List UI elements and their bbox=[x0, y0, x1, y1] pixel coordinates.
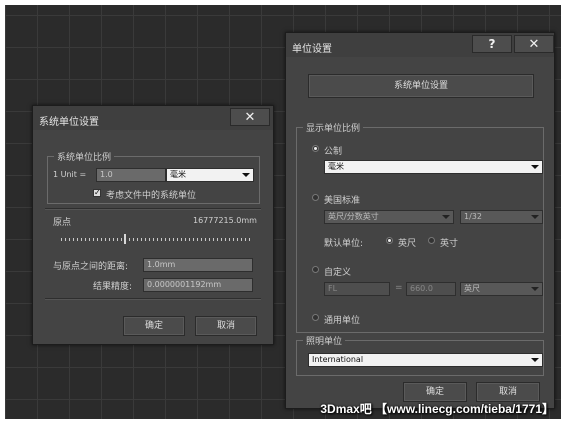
metric-label: 公制 bbox=[324, 147, 343, 157]
system-unit-titlebar: 系统单位设置 ✕ bbox=[33, 106, 273, 130]
viewport-grid: 单位设置 ? ✕ 系统单位设置 显示单位比例 公制 毫米 美国标准 英尺/分数英… bbox=[5, 5, 561, 419]
origin-value: 16777215.0mm bbox=[193, 216, 257, 225]
precision-field[interactable]: 0.0000001192mm bbox=[143, 278, 253, 292]
origin-slider[interactable] bbox=[61, 238, 251, 241]
us-standard-select[interactable]: 英尺/分数英寸 bbox=[324, 210, 454, 224]
units-setup-dialog: 单位设置 ? ✕ 系统单位设置 显示单位比例 公制 毫米 美国标准 英尺/分数英… bbox=[285, 32, 555, 409]
origin-divider-top bbox=[45, 208, 261, 210]
chevron-down-icon bbox=[531, 215, 539, 219]
unit-value-field[interactable]: 1.0 bbox=[96, 168, 166, 182]
metric-radio[interactable] bbox=[312, 145, 319, 152]
origin-slider-thumb[interactable] bbox=[123, 234, 126, 244]
inches-radio[interactable] bbox=[428, 237, 435, 244]
custom-label: 自定义 bbox=[324, 268, 352, 278]
origin-label: 原点 bbox=[53, 218, 72, 228]
custom-radio[interactable] bbox=[312, 266, 319, 273]
system-unit-setup-dialog: 系统单位设置 ✕ 系统单位比例 1 Unit = 1.0 毫米 ✓ 考虑文件中的… bbox=[32, 105, 274, 345]
distance-label: 与原点之间的距离: bbox=[53, 262, 129, 272]
us-standard-label: 美国标准 bbox=[324, 196, 361, 206]
system-unit-scale-label: 系统单位比例 bbox=[54, 150, 115, 163]
respect-units-checkbox[interactable]: ✓ bbox=[93, 189, 101, 197]
chevron-down-icon bbox=[242, 173, 250, 177]
units-setup-titlebar: 单位设置 ? ✕ bbox=[286, 33, 554, 57]
system-unit-ok-button[interactable]: 确定 bbox=[123, 316, 185, 336]
custom-equals: = bbox=[395, 283, 403, 293]
system-unit-setup-button[interactable]: 系统单位设置 bbox=[308, 74, 534, 98]
custom-value-field[interactable]: 660.0 bbox=[406, 282, 456, 296]
unit-equals-label: 1 Unit = bbox=[53, 170, 87, 179]
us-fraction-select[interactable]: 1/32 bbox=[460, 210, 543, 224]
units-cancel-button[interactable]: 取消 bbox=[476, 382, 540, 402]
origin-divider-bottom bbox=[45, 298, 261, 300]
close-button[interactable]: ✕ bbox=[514, 35, 554, 53]
close-icon: ✕ bbox=[528, 37, 540, 52]
generic-units-label: 通用单位 bbox=[324, 316, 361, 326]
help-icon: ? bbox=[488, 37, 496, 51]
metric-select[interactable]: 毫米 bbox=[324, 160, 543, 174]
generic-units-radio[interactable] bbox=[312, 314, 319, 321]
chevron-down-icon bbox=[442, 215, 450, 219]
feet-radio[interactable] bbox=[386, 237, 393, 244]
help-button[interactable]: ? bbox=[472, 35, 512, 53]
precision-label: 结果精度: bbox=[93, 282, 133, 292]
units-ok-button[interactable]: 确定 bbox=[403, 382, 467, 402]
distance-field[interactable]: 1.0mm bbox=[143, 258, 253, 272]
display-unit-scale-group: 显示单位比例 bbox=[296, 121, 544, 333]
lighting-units-select[interactable]: International bbox=[308, 353, 543, 367]
inches-label: 英寸 bbox=[440, 239, 459, 249]
chevron-down-icon bbox=[531, 287, 539, 291]
custom-unit-select[interactable]: 英尺 bbox=[460, 282, 543, 296]
unit-select[interactable]: 毫米 bbox=[166, 168, 254, 182]
lighting-units-label: 照明单位 bbox=[303, 334, 346, 347]
respect-units-label: 考虑文件中的系统单位 bbox=[106, 191, 197, 201]
custom-name-field[interactable]: FL bbox=[324, 282, 390, 296]
close-icon: ✕ bbox=[244, 110, 256, 125]
watermark: 3Dmax吧 【www.linecg.com/tieba/1771】 bbox=[320, 402, 554, 416]
system-unit-title: 系统单位设置 bbox=[39, 117, 99, 128]
close-button[interactable]: ✕ bbox=[230, 108, 270, 126]
feet-label: 英尺 bbox=[398, 239, 417, 249]
default-unit-label: 默认单位: bbox=[324, 239, 364, 249]
system-unit-cancel-button[interactable]: 取消 bbox=[195, 316, 257, 336]
us-standard-radio[interactable] bbox=[312, 194, 319, 201]
chevron-down-icon bbox=[531, 165, 539, 169]
units-setup-title: 单位设置 bbox=[292, 44, 332, 55]
chevron-down-icon bbox=[531, 358, 539, 362]
display-unit-scale-label: 显示单位比例 bbox=[303, 121, 364, 134]
